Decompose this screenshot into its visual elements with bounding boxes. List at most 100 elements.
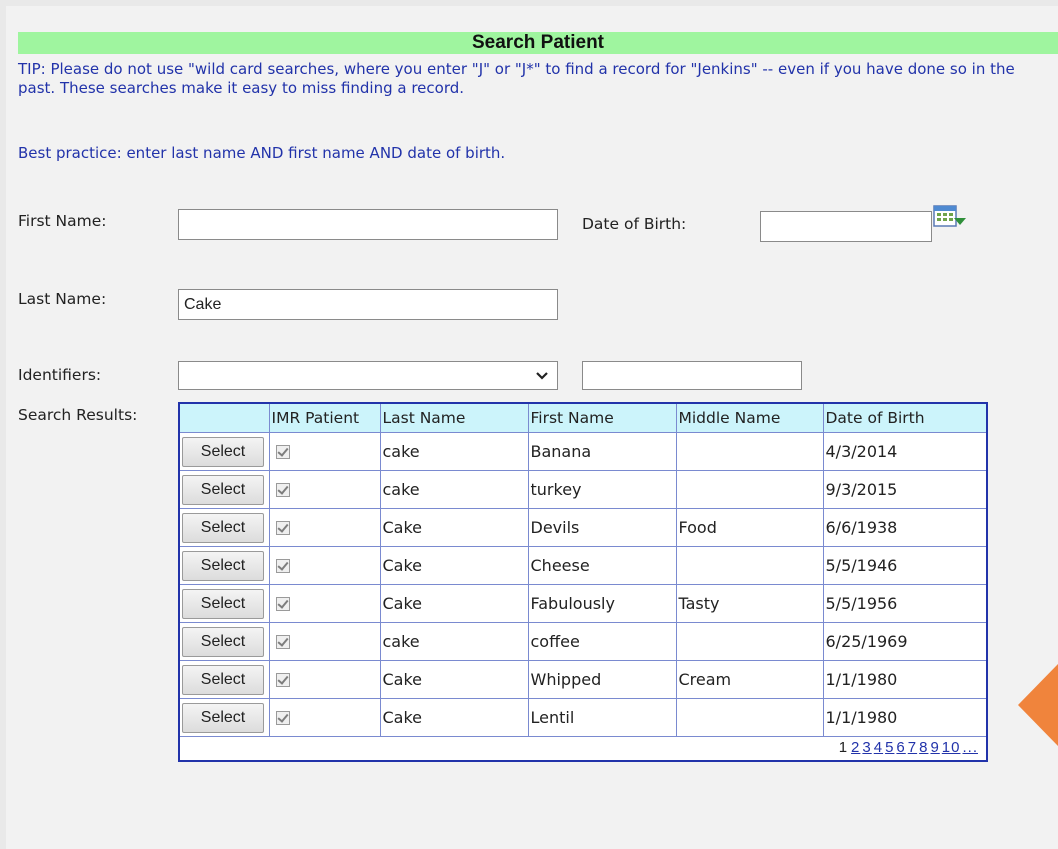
- select-cell: Select: [180, 584, 270, 623]
- select-button[interactable]: Select: [182, 664, 264, 695]
- arrow-left-icon: [1018, 664, 1058, 746]
- pagination-link[interactable]: ...: [962, 739, 978, 756]
- first-name-cell: coffee: [528, 622, 677, 661]
- column-header-last-name: Last Name: [380, 404, 529, 433]
- search-results-table: IMR Patient Last Name First Name Middle …: [178, 402, 988, 762]
- table-row: Select Cake Lentil 1/1/1980: [180, 698, 986, 737]
- select-cell: Select: [180, 698, 270, 737]
- column-header-middle-name: Middle Name: [676, 404, 824, 433]
- search-results-label: Search Results:: [18, 406, 138, 424]
- chevron-down-icon: [535, 366, 549, 391]
- select-cell: Select: [180, 546, 270, 585]
- pagination-current-page: 1: [838, 739, 849, 756]
- first-name-label: First Name:: [18, 212, 107, 230]
- pagination-link[interactable]: 5: [885, 739, 894, 756]
- select-button[interactable]: Select: [182, 436, 264, 467]
- pagination-link[interactable]: 6: [896, 739, 905, 756]
- last-name-cell: cake: [380, 622, 529, 661]
- middle-name-cell: [676, 432, 824, 471]
- imr-patient-checkbox: [275, 672, 290, 687]
- middle-name-cell: Food: [676, 508, 824, 547]
- imr-patient-checkbox: [275, 520, 290, 535]
- pagination-link[interactable]: 4: [874, 739, 883, 756]
- table-header-row: IMR Patient Last Name First Name Middle …: [180, 404, 986, 433]
- pagination-link[interactable]: 2: [851, 739, 860, 756]
- last-name-label: Last Name:: [18, 290, 107, 308]
- date-of-birth-cell: 5/5/1956: [823, 584, 986, 623]
- first-name-cell: Fabulously: [528, 584, 677, 623]
- column-header-select: [180, 404, 270, 433]
- last-name-cell: Cake: [380, 660, 529, 699]
- table-row: Select cake Banana 4/3/2014: [180, 432, 986, 471]
- imr-patient-cell: [269, 660, 381, 699]
- table-row: Select Cake Cheese 5/5/1946: [180, 546, 986, 585]
- last-name-cell: cake: [380, 432, 529, 471]
- imr-patient-cell: [269, 470, 381, 509]
- pagination-link[interactable]: 8: [919, 739, 928, 756]
- dob-input[interactable]: [760, 211, 932, 242]
- middle-name-cell: Cream: [676, 660, 824, 699]
- pagination-link[interactable]: 9: [930, 739, 939, 756]
- last-name-cell: Cake: [380, 546, 529, 585]
- imr-patient-checkbox: [275, 482, 290, 497]
- middle-name-cell: [676, 470, 824, 509]
- column-header-first-name: First Name: [528, 404, 677, 433]
- dob-label: Date of Birth:: [582, 215, 687, 233]
- date-of-birth-cell: 1/1/1980: [823, 698, 986, 737]
- first-name-cell: turkey: [528, 470, 677, 509]
- column-header-imr-patient: IMR Patient: [269, 404, 381, 433]
- select-button[interactable]: Select: [182, 588, 264, 619]
- imr-patient-cell: [269, 546, 381, 585]
- column-header-date-of-birth: Date of Birth: [823, 404, 986, 433]
- first-name-cell: Whipped: [528, 660, 677, 699]
- select-button[interactable]: Select: [182, 512, 264, 543]
- middle-name-cell: [676, 546, 824, 585]
- imr-patient-cell: [269, 698, 381, 737]
- middle-name-cell: Tasty: [676, 584, 824, 623]
- select-cell: Select: [180, 470, 270, 509]
- identifiers-select[interactable]: [178, 361, 558, 390]
- select-button[interactable]: Select: [182, 702, 264, 733]
- select-button[interactable]: Select: [182, 474, 264, 505]
- last-name-input[interactable]: Cake: [178, 289, 558, 320]
- imr-patient-cell: [269, 584, 381, 623]
- first-name-input[interactable]: [178, 209, 558, 240]
- best-practice-text: Best practice: enter last name AND first…: [18, 144, 506, 162]
- imr-patient-cell: [269, 508, 381, 547]
- table-row: Select cake turkey 9/3/2015: [180, 470, 986, 509]
- date-of-birth-cell: 5/5/1946: [823, 546, 986, 585]
- imr-patient-checkbox: [275, 710, 290, 725]
- identifier-value-input[interactable]: [582, 361, 802, 390]
- pagination: 1 2 3 4 5 6 7 8 9 10...: [839, 739, 980, 756]
- middle-name-cell: [676, 698, 824, 737]
- date-of-birth-cell: 4/3/2014: [823, 432, 986, 471]
- middle-name-cell: [676, 622, 824, 661]
- page-title: Search Patient: [18, 32, 1058, 54]
- last-name-cell: Cake: [380, 508, 529, 547]
- select-button[interactable]: Select: [182, 626, 264, 657]
- select-cell: Select: [180, 660, 270, 699]
- select-button[interactable]: Select: [182, 550, 264, 581]
- imr-patient-checkbox: [275, 596, 290, 611]
- first-name-cell: Banana: [528, 432, 677, 471]
- pagination-link[interactable]: 7: [908, 739, 917, 756]
- table-row: Select Cake Whipped Cream 1/1/1980: [180, 660, 986, 699]
- first-name-cell: Lentil: [528, 698, 677, 737]
- last-name-cell: Cake: [380, 698, 529, 737]
- pagination-link[interactable]: 10: [942, 739, 961, 756]
- imr-patient-cell: [269, 432, 381, 471]
- date-of-birth-cell: 6/6/1938: [823, 508, 986, 547]
- table-row: Select Cake Devils Food 6/6/1938: [180, 508, 986, 547]
- tip-text: TIP: Please do not use "wild card search…: [18, 60, 1015, 97]
- table-row: Select Cake Fabulously Tasty 5/5/1956: [180, 584, 986, 623]
- table-row: Select cake coffee 6/25/1969: [180, 622, 986, 661]
- date-of-birth-cell: 6/25/1969: [823, 622, 986, 661]
- date-of-birth-cell: 9/3/2015: [823, 470, 986, 509]
- date-of-birth-cell: 1/1/1980: [823, 660, 986, 699]
- pagination-link[interactable]: 3: [862, 739, 871, 756]
- first-name-cell: Devils: [528, 508, 677, 547]
- calendar-icon[interactable]: [932, 204, 968, 234]
- select-cell: Select: [180, 432, 270, 471]
- imr-patient-checkbox: [275, 634, 290, 649]
- identifiers-label: Identifiers:: [18, 366, 102, 384]
